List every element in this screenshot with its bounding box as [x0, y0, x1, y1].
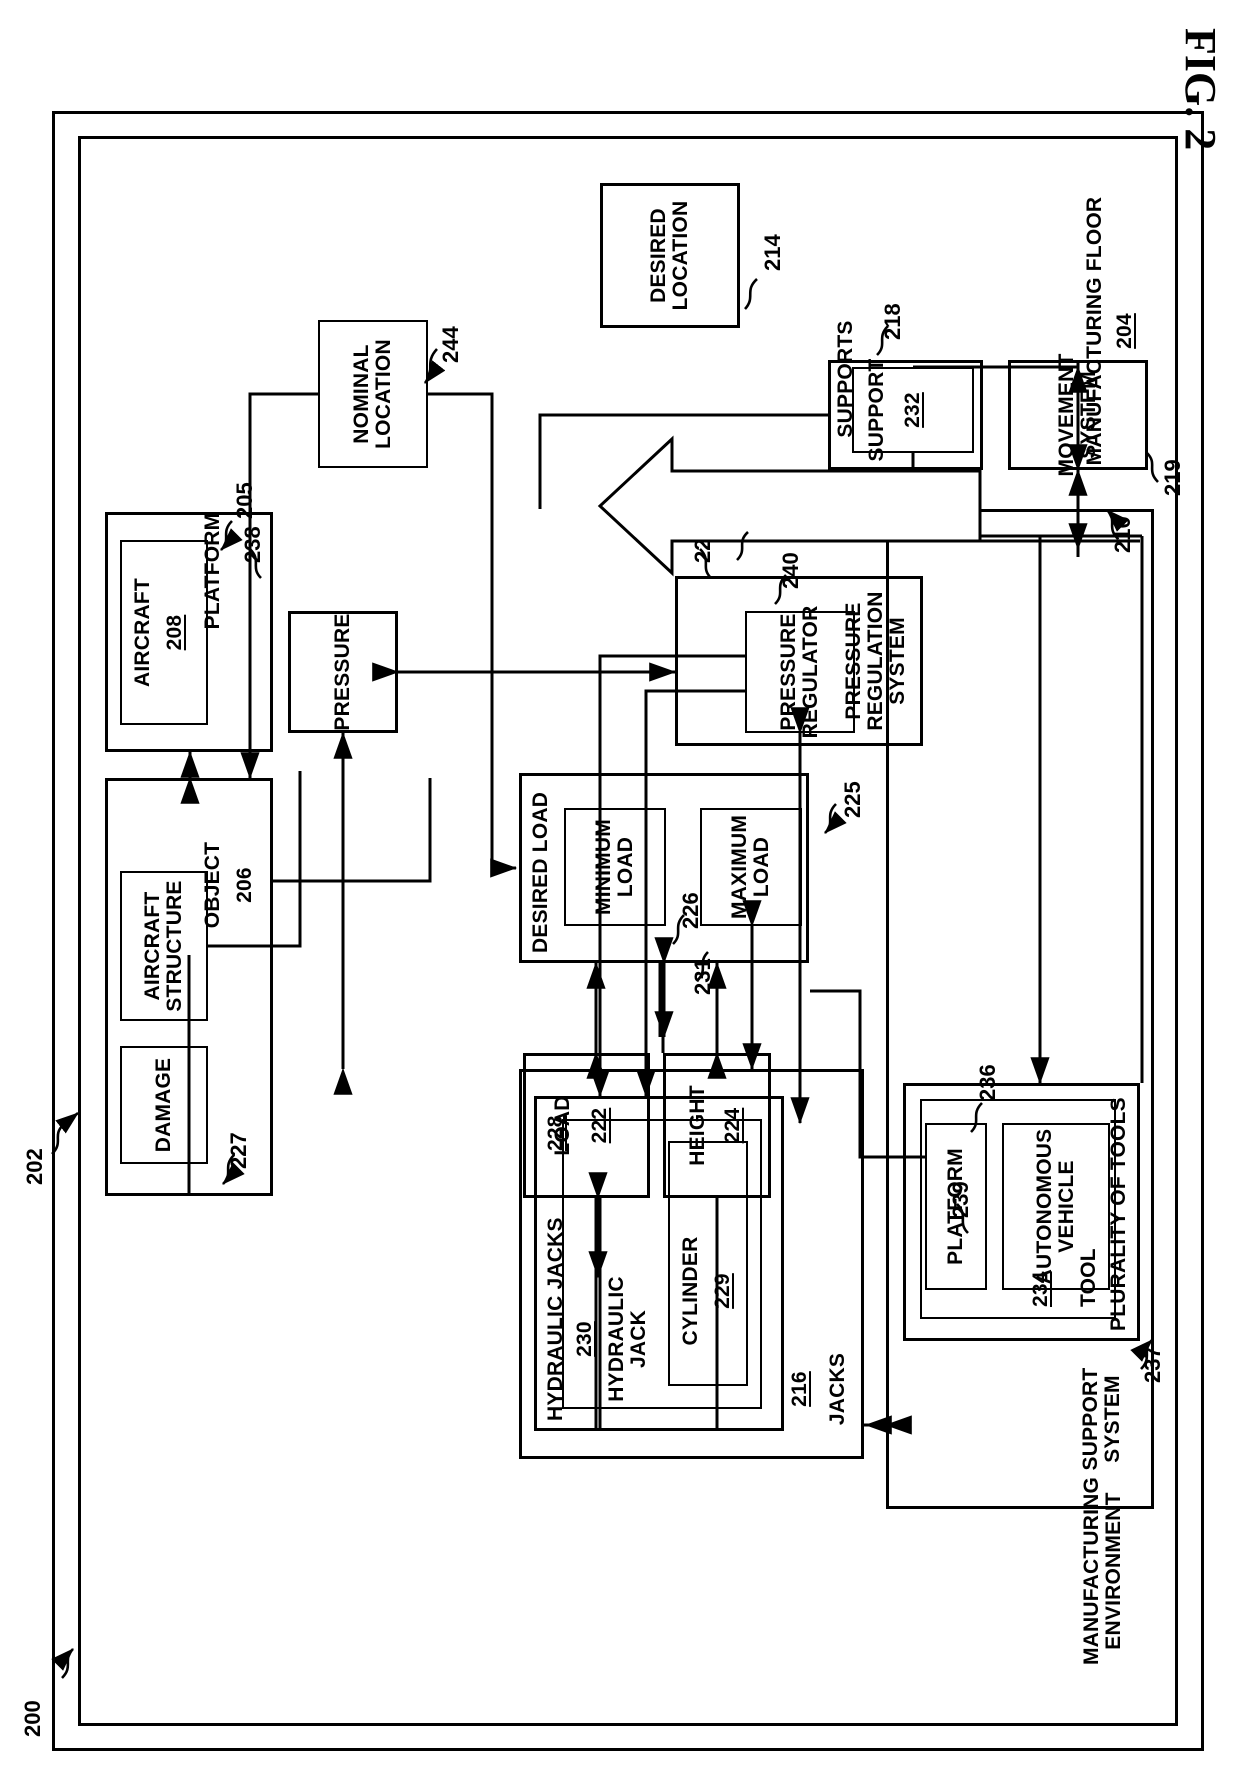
nominal-location-ref: 244 [438, 326, 463, 363]
support-system-label: SUPPORT SYSTEM [1078, 1367, 1124, 1471]
desired-load-label: DESIRED LOAD [529, 791, 552, 953]
aircraft-structure-label: AIRCRAFT STRUCTURE [140, 880, 186, 1012]
figure-canvas: MANUFACTURING ENVIRONMENT MANUFACTURING … [0, 0, 1240, 1781]
cylinder-ref: 229 [710, 1273, 734, 1309]
support-system-ref: 210 [1110, 516, 1135, 553]
jacks-label: JACKS [825, 1352, 849, 1426]
hydraulic-jack-ref: 230 [572, 1321, 596, 1357]
cylinder-label: CYLINDER [678, 1236, 702, 1346]
jacks-ref: 216 [787, 1371, 811, 1407]
desired-location-label: DESIRED LOCATION [646, 200, 692, 311]
support-label: SUPPORT [864, 358, 888, 462]
pressure-regulation-system-ref: 220 [690, 526, 715, 563]
pressure-label: PRESSURE [330, 613, 354, 731]
tool-platform-label: PLATFORM [943, 1148, 967, 1265]
pressure-regulator-label: PRESSURE REGULATOR [776, 605, 822, 739]
manufacturing-environment-ref: 202 [22, 1148, 47, 1185]
hydraulic-jack-label: HYDRAULIC JACK [604, 1276, 650, 1402]
damage-ref: 227 [226, 1132, 251, 1169]
pressure-regulator-ref: 240 [778, 552, 803, 589]
damage-label: DAMAGE [151, 1057, 175, 1153]
maximum-load-ref: 231 [690, 958, 715, 995]
figure-ref: 200 [20, 1700, 45, 1737]
pressure-ref: 238 [240, 526, 265, 563]
movement-system-label: MOVEMENT SYSTEM [1054, 353, 1100, 477]
object-ref: 206 [232, 867, 256, 903]
path-label: PATH [628, 473, 652, 529]
platform-ref: 205 [232, 482, 257, 519]
supports-ref: 218 [880, 303, 905, 340]
movement-system-ref: 219 [1160, 459, 1185, 496]
aircraft-label: AIRCRAFT [130, 578, 154, 687]
autonomous-vehicle-label: AUTONOMOUS VEHICLE [1032, 1128, 1078, 1285]
desired-location-ref: 214 [760, 234, 785, 271]
aircraft-ref: 208 [162, 614, 186, 651]
plurality-of-tools-ref: 237 [1140, 1346, 1165, 1383]
minimum-load-label: MINIMUM LOAD [591, 819, 637, 915]
maximum-load-label: MAXIMUM LOAD [727, 814, 773, 920]
nominal-location-label: NOMINAL LOCATION [349, 339, 395, 449]
figure-label: FIG. 2 [1176, 28, 1225, 151]
tool-platform-ref: 236 [975, 1064, 1000, 1101]
support-ref: 232 [900, 392, 924, 428]
desired-load-ref: 225 [840, 781, 865, 818]
path-ref: 212 [752, 506, 777, 543]
